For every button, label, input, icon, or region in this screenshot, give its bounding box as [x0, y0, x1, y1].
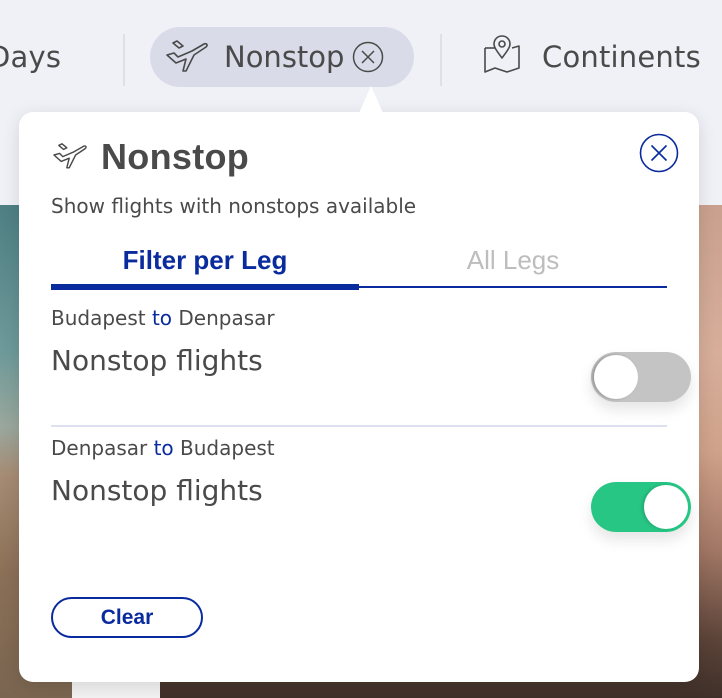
filter-chip-nonstop[interactable]: Nonstop: [150, 27, 414, 87]
map-pin-icon: [482, 34, 522, 81]
popover-title: Nonstop: [101, 136, 250, 177]
filter-chip-continents[interactable]: Continents: [482, 28, 701, 86]
popover-subtitle: Show flights with nonstops available: [51, 194, 417, 218]
tab-all-legs[interactable]: All Legs: [359, 234, 667, 286]
popover-arrow: [359, 86, 383, 113]
popover-header: Nonstop: [51, 136, 249, 178]
toggle-knob: [594, 355, 638, 399]
leg-divider: [51, 425, 667, 427]
tab-filter-per-leg[interactable]: Filter per Leg: [51, 234, 359, 286]
filter-chip-label: Continents: [542, 40, 701, 74]
leg-connector: to: [153, 436, 174, 460]
tab-active-indicator: [51, 284, 359, 290]
leg-route: Denpasar to Budapest: [51, 436, 667, 460]
filter-divider: [440, 34, 442, 86]
leg-origin: Denpasar: [51, 436, 148, 460]
leg-destination: Denpasar: [178, 306, 275, 330]
leg-connector: to: [151, 306, 173, 330]
airplane-icon: [164, 35, 210, 79]
nonstop-toggle[interactable]: [591, 352, 691, 402]
leg-route: Budapest to Denpasar: [51, 306, 667, 330]
toggle-knob: [644, 485, 688, 529]
nonstop-toggle[interactable]: [591, 482, 691, 532]
leg-origin: Budapest: [51, 306, 146, 330]
close-circle-icon[interactable]: [639, 133, 679, 173]
leg-mode-tabs: Filter per Leg All Legs: [51, 234, 667, 290]
filter-chip-label: Nonstop: [224, 40, 345, 74]
leg-destination: Budapest: [180, 436, 275, 460]
filter-chip-label: Days: [0, 40, 62, 74]
leg-option-label: Nonstop flights: [51, 344, 263, 377]
airplane-icon: [51, 139, 89, 175]
close-circle-icon[interactable]: [352, 41, 384, 73]
filter-divider: [123, 34, 125, 86]
filter-chip-days[interactable]: Days: [0, 28, 61, 86]
leg-row: Budapest to Denpasar Nonstop flights: [51, 306, 691, 402]
nonstop-popover: Nonstop Show flights with nonstops avail…: [19, 86, 699, 682]
clear-button[interactable]: Clear: [51, 597, 203, 638]
leg-row: Denpasar to Budapest Nonstop flights: [51, 436, 691, 532]
leg-option-label: Nonstop flights: [51, 474, 263, 507]
